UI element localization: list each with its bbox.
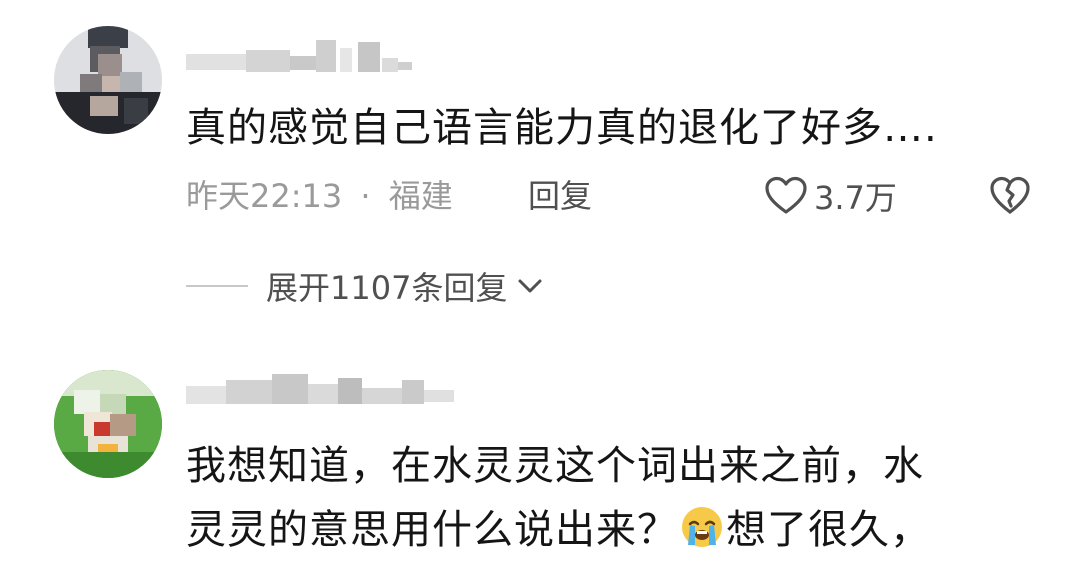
avatar-image <box>54 370 162 478</box>
loudly-crying-face-emoji <box>682 507 722 547</box>
expand-divider <box>186 285 248 287</box>
comment-meta: 昨天22:13 · 福建 <box>186 176 453 216</box>
comment-item: 我想知道，在水灵灵这个词出来之前，水 灵灵的意思用什么说出来？ 想了很久， <box>0 340 1080 560</box>
comment-text-line: 灵灵的意思用什么说出来？ 想了很久， <box>186 498 931 562</box>
like-count: 3.7万 <box>814 179 897 217</box>
comment-item: 真的感觉自己语言能力真的退化了好多…. 昨天22:13 · 福建 回复 3.7万… <box>0 0 1080 340</box>
username-blurred[interactable] <box>186 374 456 406</box>
avatar-image <box>54 26 162 134</box>
heart-icon <box>765 176 807 214</box>
avatar[interactable] <box>54 26 162 134</box>
comment-text-line: 我想知道，在水灵灵这个词出来之前，水 <box>186 443 924 489</box>
expand-replies-button[interactable]: 展开1107条回复 <box>186 264 543 308</box>
comment-text-segment: 灵灵的意思用什么说出来？ <box>186 507 678 553</box>
comment-text-segment: 想了很久， <box>726 507 931 553</box>
comment-time: 昨天22:13 <box>186 177 343 215</box>
comment-location: 福建 <box>388 177 453 215</box>
comment-text: 真的感觉自己语言能力真的退化了好多…. <box>186 105 938 151</box>
meta-separator: · <box>360 177 371 215</box>
username-blurred[interactable] <box>186 40 426 72</box>
dislike-button[interactable] <box>988 174 1032 218</box>
avatar[interactable] <box>54 370 162 478</box>
chevron-down-icon <box>518 279 542 293</box>
broken-heart-icon <box>990 176 1030 214</box>
like-button[interactable]: 3.7万 <box>764 174 897 218</box>
expand-replies-label: 展开1107条回复 <box>266 269 508 307</box>
reply-button[interactable]: 回复 <box>528 176 592 216</box>
comment-text: 我想知道，在水灵灵这个词出来之前，水 灵灵的意思用什么说出来？ 想了很久， <box>186 434 931 562</box>
